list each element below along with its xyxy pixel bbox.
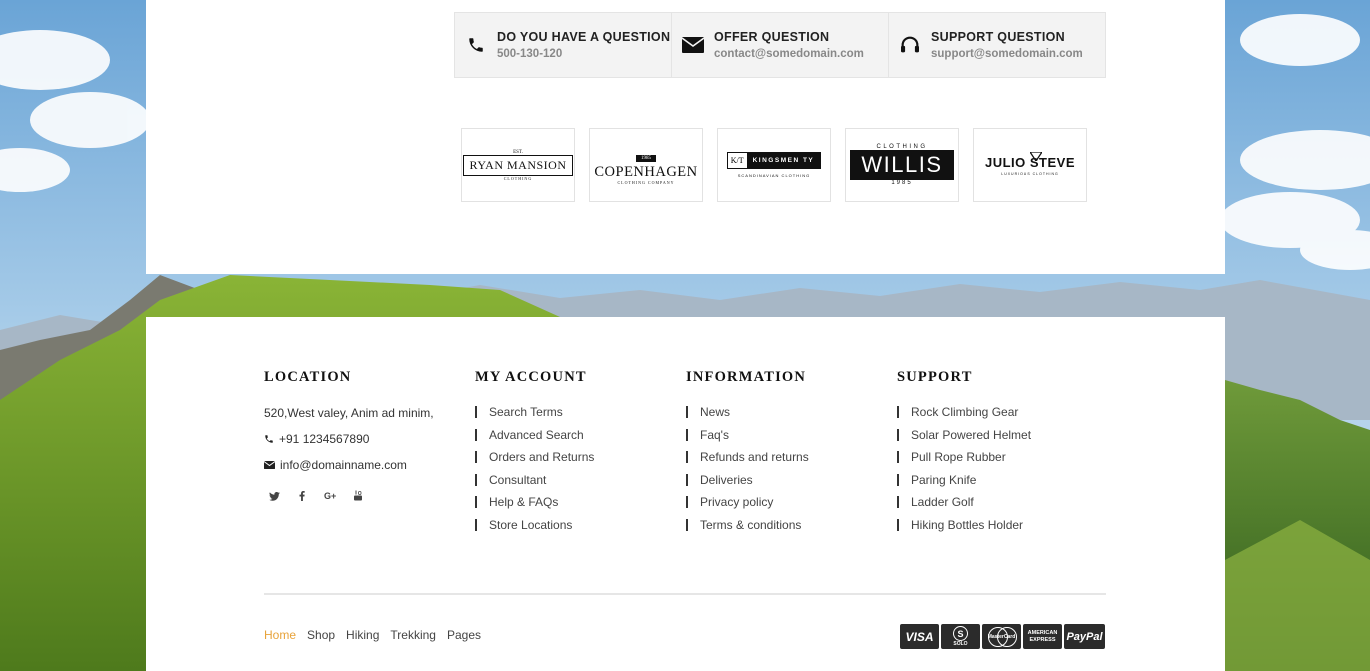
nav-trekking[interactable]: Trekking bbox=[390, 628, 436, 642]
footer-columns: LOCATION 520,West valey, Anim ad minim, … bbox=[264, 369, 1108, 541]
link-bottles-holder[interactable]: Hiking Bottles Holder bbox=[897, 518, 1108, 531]
location-email[interactable]: info@domainname.com bbox=[264, 458, 475, 472]
top-panel: DO YOU HAVE A QUESTION 500-130-120 OFFER… bbox=[146, 0, 1225, 274]
bottom-nav: Home Shop Hiking Trekking Pages bbox=[264, 628, 481, 642]
brand-kingsmen-name: KINGSMEN TY bbox=[746, 153, 821, 168]
brand-copenhagen[interactable]: 1985 COPENHAGEN CLOTHING COMPANY bbox=[589, 128, 703, 202]
brand-kingsmen-sub: SCANDINAVIAN CLOTHING bbox=[737, 173, 811, 178]
brand-julio-sub: LUXURIOUS CLOTHING bbox=[1001, 171, 1059, 176]
contact-offer[interactable]: OFFER QUESTION contact@somedomain.com bbox=[672, 13, 889, 77]
link-search-terms[interactable]: Search Terms bbox=[475, 406, 686, 418]
my-account-links: Search Terms Advanced Search Orders and … bbox=[475, 406, 686, 531]
link-advanced-search[interactable]: Advanced Search bbox=[475, 428, 686, 441]
envelope-icon bbox=[264, 461, 275, 469]
phone-icon bbox=[465, 34, 487, 56]
footer-my-account: MY ACCOUNT Search Terms Advanced Search … bbox=[475, 369, 686, 541]
link-rock-climbing-gear[interactable]: Rock Climbing Gear bbox=[897, 406, 1108, 418]
location-phone[interactable]: +91 1234567890 bbox=[264, 432, 475, 446]
brand-julio-steve[interactable]: JULIO STEVE LUXURIOUS CLOTHING bbox=[973, 128, 1087, 202]
link-pull-rope[interactable]: Pull Rope Rubber bbox=[897, 451, 1108, 463]
svg-text:G+: G+ bbox=[324, 491, 336, 501]
nav-pages[interactable]: Pages bbox=[447, 628, 481, 642]
twitter-icon[interactable] bbox=[268, 490, 280, 504]
contact-question[interactable]: DO YOU HAVE A QUESTION 500-130-120 bbox=[455, 13, 672, 77]
amex-label-1: AMERICAN bbox=[1027, 629, 1058, 636]
contact-support[interactable]: SUPPORT QUESTION support@somedomain.com bbox=[889, 13, 1105, 77]
google-plus-icon[interactable]: G+ bbox=[324, 490, 336, 504]
link-store-locations[interactable]: Store Locations bbox=[475, 518, 686, 531]
link-consultant[interactable]: Consultant bbox=[475, 473, 686, 486]
amex-label-2: EXPRESS bbox=[1029, 636, 1056, 643]
brand-logos: EST. RYAN MANSION CLOTHING 1985 COPENHAG… bbox=[461, 128, 1087, 202]
brand-willis-year: 1985 bbox=[891, 180, 913, 186]
mastercard-card: MasterCard bbox=[982, 624, 1021, 649]
link-ladder-golf[interactable]: Ladder Golf bbox=[897, 496, 1108, 508]
visa-card: VISA bbox=[900, 624, 939, 649]
contact-phone[interactable]: 500-130-120 bbox=[497, 48, 670, 60]
triangle-icon bbox=[1028, 148, 1044, 166]
contact-support-email[interactable]: support@somedomain.com bbox=[931, 48, 1083, 60]
contact-title: DO YOU HAVE A QUESTION bbox=[497, 30, 671, 44]
nav-home[interactable]: Home bbox=[264, 628, 296, 642]
brand-kingsmen-mark: K/T bbox=[730, 156, 744, 165]
headphones-icon bbox=[899, 34, 921, 56]
email-text: info@domainname.com bbox=[280, 458, 407, 472]
footer-location: LOCATION 520,West valey, Anim ad minim, … bbox=[264, 369, 475, 541]
envelope-icon bbox=[682, 34, 704, 56]
phone-icon bbox=[264, 434, 274, 444]
nav-hiking[interactable]: Hiking bbox=[346, 628, 379, 642]
social-links: G+ bbox=[264, 490, 475, 504]
information-title: INFORMATION bbox=[686, 369, 807, 385]
brand-kingsmen[interactable]: K/T KINGSMEN TY SCANDINAVIAN CLOTHING bbox=[717, 128, 831, 202]
footer-divider bbox=[264, 593, 1106, 595]
paypal-card: PayPal bbox=[1064, 624, 1105, 649]
support-links: Rock Climbing Gear Solar Powered Helmet … bbox=[897, 406, 1108, 531]
footer-information: INFORMATION News Faq's Refunds and retur… bbox=[686, 369, 897, 541]
footer-support: SUPPORT Rock Climbing Gear Solar Powered… bbox=[897, 369, 1108, 541]
link-privacy-policy[interactable]: Privacy policy bbox=[686, 496, 897, 508]
link-orders-returns[interactable]: Orders and Returns bbox=[475, 451, 686, 463]
footer: LOCATION 520,West valey, Anim ad minim, … bbox=[146, 317, 1225, 671]
link-help-faqs[interactable]: Help & FAQs bbox=[475, 496, 686, 508]
link-refunds[interactable]: Refunds and returns bbox=[686, 451, 897, 463]
brand-ryan-mansion[interactable]: EST. RYAN MANSION CLOTHING bbox=[461, 128, 575, 202]
contact-bar: DO YOU HAVE A QUESTION 500-130-120 OFFER… bbox=[454, 12, 1106, 78]
location-address: 520,West valey, Anim ad minim, bbox=[264, 406, 475, 420]
location-title: LOCATION bbox=[264, 369, 352, 385]
address-text: 520,West valey, Anim ad minim, bbox=[264, 406, 434, 420]
link-deliveries[interactable]: Deliveries bbox=[686, 473, 897, 486]
solo-card: S SOLO bbox=[941, 624, 980, 649]
solo-mark: S bbox=[953, 626, 968, 641]
brand-ryan-sub: CLOTHING bbox=[503, 175, 533, 181]
my-account-title: MY ACCOUNT bbox=[475, 369, 587, 385]
facebook-icon[interactable] bbox=[296, 490, 308, 504]
brand-ryan-name: RYAN MANSION bbox=[463, 154, 573, 176]
brand-copenhagen-sub: CLOTHING COMPANY bbox=[617, 179, 675, 185]
solo-label: SOLO bbox=[953, 641, 968, 647]
visa-label: VISA bbox=[905, 629, 934, 644]
phone-text: +91 1234567890 bbox=[279, 432, 370, 446]
contact-title: SUPPORT QUESTION bbox=[931, 30, 1065, 44]
amex-card: AMERICAN EXPRESS bbox=[1023, 624, 1062, 649]
link-terms[interactable]: Terms & conditions bbox=[686, 518, 897, 531]
youtube-icon[interactable] bbox=[352, 490, 364, 504]
link-news[interactable]: News bbox=[686, 406, 897, 418]
information-links: News Faq's Refunds and returns Deliverie… bbox=[686, 406, 897, 531]
link-solar-helmet[interactable]: Solar Powered Helmet bbox=[897, 428, 1108, 441]
paypal-label: PayPal bbox=[1066, 630, 1103, 643]
link-faqs[interactable]: Faq's bbox=[686, 428, 897, 441]
support-title: SUPPORT bbox=[897, 369, 973, 385]
nav-shop[interactable]: Shop bbox=[307, 628, 335, 642]
contact-email[interactable]: contact@somedomain.com bbox=[714, 48, 864, 60]
mastercard-label: MasterCard bbox=[987, 633, 1016, 640]
link-paring-knife[interactable]: Paring Knife bbox=[897, 473, 1108, 486]
brand-copenhagen-name: COPENHAGEN bbox=[594, 163, 698, 180]
brand-willis[interactable]: CLOTHING WILLIS 1985 bbox=[845, 128, 959, 202]
payment-methods: VISA S SOLO MasterCard AMERICAN EXPRESS … bbox=[900, 624, 1105, 649]
brand-copenhagen-badge: 1985 bbox=[636, 154, 656, 162]
contact-title: OFFER QUESTION bbox=[714, 30, 830, 44]
brand-willis-name: WILLIS bbox=[850, 150, 954, 180]
